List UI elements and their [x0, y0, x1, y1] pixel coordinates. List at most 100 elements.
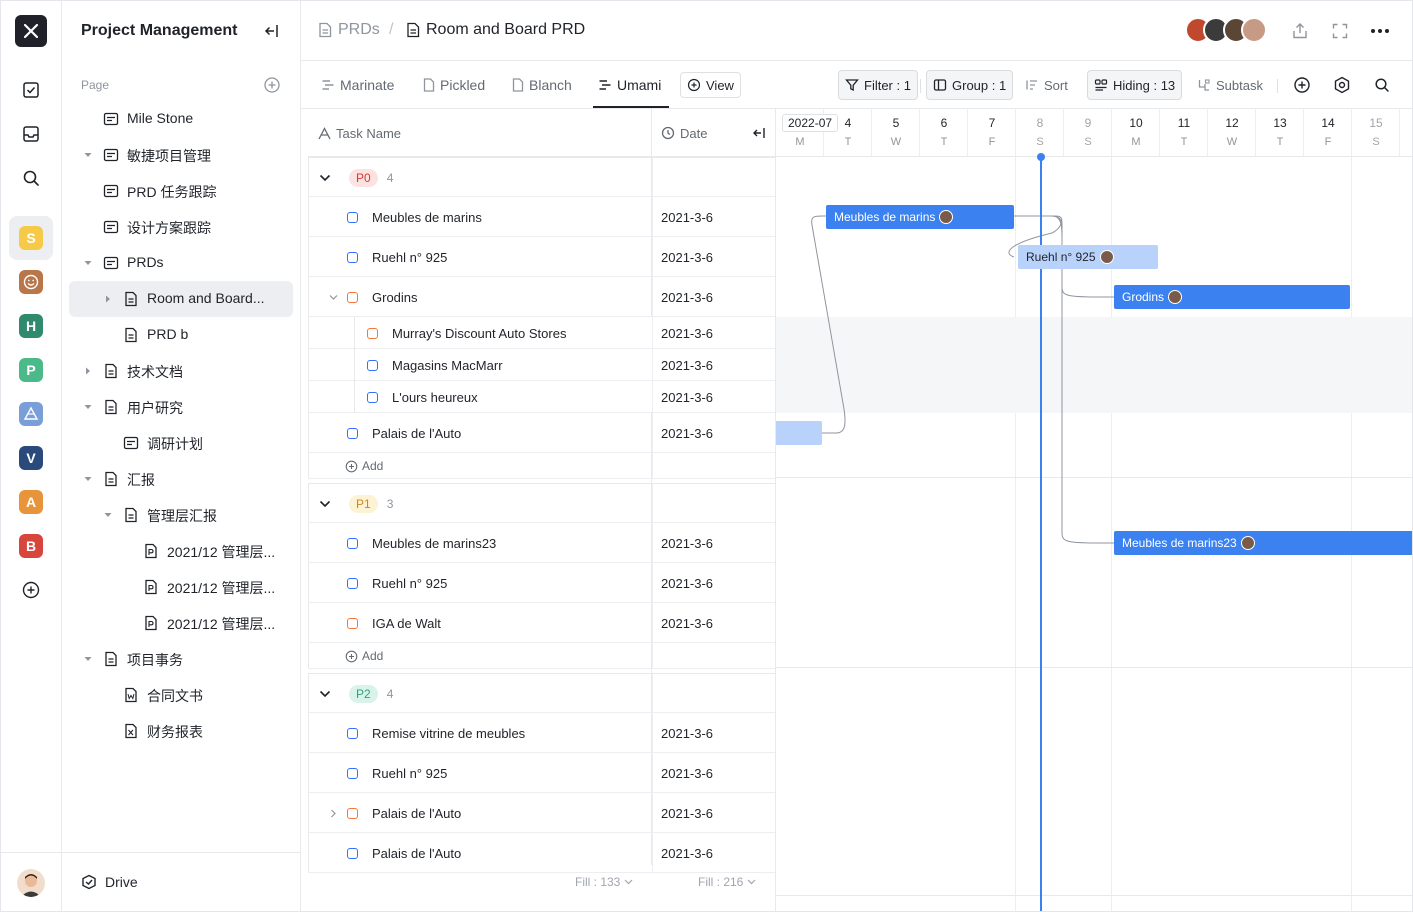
table-row[interactable]: Murray's Discount Auto Stores 2021-3-6	[308, 317, 775, 349]
table-row[interactable]: Meubles de marins23 2021-3-6	[308, 523, 775, 563]
breadcrumb-parent[interactable]: PRDs	[318, 21, 380, 39]
add-record-icon[interactable]	[1291, 74, 1313, 96]
group-header-row[interactable]: P1 3	[308, 483, 775, 523]
sidebar-item[interactable]: 2021/12 管理层...	[69, 605, 293, 641]
caret-down-icon[interactable]	[83, 654, 93, 664]
fill-summary-left[interactable]: Fill : 133	[575, 875, 633, 889]
table-row[interactable]: Ruehl n° 925 2021-3-6	[308, 753, 775, 793]
caret-right-icon[interactable]	[103, 294, 113, 304]
group-header-row[interactable]: P0 4	[308, 157, 775, 197]
subtask-button[interactable]: Subtask	[1191, 70, 1269, 100]
table-row[interactable]: Palais de l'Auto 2021-3-6	[308, 793, 775, 833]
chevron-down-icon[interactable]	[329, 293, 338, 302]
task-checkbox[interactable]	[347, 537, 358, 549]
add-task-row[interactable]: Add	[308, 643, 775, 669]
search-icon[interactable]	[19, 166, 43, 190]
group-toggle[interactable]: P2 4	[319, 674, 393, 714]
tasks-icon[interactable]	[19, 78, 43, 102]
tab-marinate[interactable]: Marinate	[321, 75, 394, 95]
inbox-icon[interactable]	[19, 122, 43, 146]
table-row[interactable]: Ruehl n° 925 2021-3-6	[308, 563, 775, 603]
task-checkbox[interactable]	[347, 727, 358, 739]
table-row[interactable]: Grodins 2021-3-6	[308, 277, 775, 317]
filter-button[interactable]: Filter : 1	[838, 70, 918, 100]
sidebar-item[interactable]: 管理层汇报	[69, 497, 293, 533]
sidebar-item[interactable]: 2021/12 管理层...	[69, 569, 293, 605]
collapse-table-icon[interactable]	[751, 125, 767, 144]
fill-summary-right[interactable]: Fill : 216	[698, 875, 756, 889]
task-checkbox[interactable]	[347, 767, 358, 779]
task-checkbox[interactable]	[367, 391, 378, 403]
gantt-bar[interactable]: Grodins	[1114, 285, 1350, 309]
tab-pickled[interactable]: Pickled	[423, 75, 485, 95]
table-row[interactable]: Magasins MacMarr 2021-3-6	[308, 349, 775, 381]
collapse-sidebar-icon[interactable]	[262, 21, 282, 44]
column-header-task[interactable]: Task Name	[318, 109, 401, 157]
space-emoji[interactable]	[19, 270, 43, 294]
caret-down-icon[interactable]	[83, 150, 93, 160]
drive-link[interactable]: Drive	[81, 874, 138, 890]
sidebar-item[interactable]: PRD 任务跟踪	[69, 173, 293, 209]
gantt-bar[interactable]: Meubles de marins	[826, 205, 1014, 229]
caret-right-icon[interactable]	[83, 366, 93, 376]
tab-umami[interactable]: Umami	[598, 75, 661, 95]
sidebar-item[interactable]: Room and Board...	[69, 281, 293, 317]
column-header-date[interactable]: Date	[661, 109, 707, 157]
group-button[interactable]: Group : 1	[926, 70, 1014, 100]
table-row[interactable]: Remise vitrine de meubles 2021-3-6	[308, 713, 775, 753]
add-space-icon[interactable]	[19, 578, 43, 602]
table-row[interactable]: Meubles de marins 2021-3-6	[308, 197, 775, 237]
more-icon[interactable]	[1369, 20, 1391, 42]
add-view-button[interactable]: View	[680, 72, 741, 98]
group-toggle[interactable]: P1 3	[319, 484, 393, 524]
hiding-button[interactable]: Hiding : 13	[1087, 70, 1183, 100]
table-row[interactable]: IGA de Walt 2021-3-6	[308, 603, 775, 643]
space-v[interactable]: V	[19, 446, 43, 470]
search-icon[interactable]	[1371, 74, 1393, 96]
task-checkbox[interactable]	[347, 577, 358, 589]
sidebar-item[interactable]: 设计方案跟踪	[69, 209, 293, 245]
app-logo[interactable]	[15, 15, 47, 47]
space-a[interactable]: A	[19, 490, 43, 514]
gantt-bar[interactable]: Ruehl n° 925	[1018, 245, 1158, 269]
task-checkbox[interactable]	[347, 251, 358, 263]
table-row[interactable]: Palais de l'Auto 2021-3-6	[308, 413, 775, 453]
gantt-bar[interactable]: Meubles de marins23	[1114, 531, 1412, 555]
sort-button[interactable]: Sort	[1019, 70, 1074, 100]
add-page-icon[interactable]	[263, 76, 281, 97]
sidebar-item[interactable]: 用户研究	[69, 389, 293, 425]
caret-down-icon[interactable]	[83, 258, 93, 268]
gantt-bar[interactable]	[776, 421, 822, 445]
caret-down-icon[interactable]	[103, 510, 113, 520]
group-header-row[interactable]: P2 4	[308, 673, 775, 713]
task-checkbox[interactable]	[367, 359, 378, 371]
task-checkbox[interactable]	[347, 617, 358, 629]
tab-blanch[interactable]: Blanch	[512, 75, 572, 95]
sidebar-item[interactable]: 汇报	[69, 461, 293, 497]
sidebar-item[interactable]: Mile Stone	[69, 101, 293, 137]
task-checkbox[interactable]	[347, 427, 358, 439]
task-checkbox[interactable]	[347, 847, 358, 859]
sidebar-item[interactable]: 敏捷项目管理	[69, 137, 293, 173]
task-checkbox[interactable]	[367, 327, 378, 339]
user-avatar[interactable]	[17, 869, 45, 897]
group-toggle[interactable]: P0 4	[319, 158, 393, 198]
sidebar-item[interactable]: PRD b	[69, 317, 293, 353]
table-row[interactable]: L'ours heureux 2021-3-6	[308, 381, 775, 413]
fullscreen-icon[interactable]	[1329, 20, 1351, 42]
sidebar-item[interactable]: 合同文书	[69, 677, 293, 713]
space-drive[interactable]	[19, 402, 43, 426]
space-p[interactable]: P	[19, 358, 43, 382]
space-h[interactable]: H	[19, 314, 43, 338]
sidebar-item[interactable]: 财务报表	[69, 713, 293, 749]
chevron-right-icon[interactable]	[329, 809, 338, 818]
sidebar-item[interactable]: 技术文档	[69, 353, 293, 389]
space-s[interactable]: S	[19, 226, 43, 250]
sidebar-item[interactable]: PRDs	[69, 245, 293, 281]
table-row[interactable]: Ruehl n° 925 2021-3-6	[308, 237, 775, 277]
sidebar-item[interactable]: 项目事务	[69, 641, 293, 677]
table-row[interactable]: Palais de l'Auto 2021-3-6	[308, 833, 775, 873]
add-task-row[interactable]: Add	[308, 453, 775, 479]
task-checkbox[interactable]	[347, 807, 358, 819]
task-checkbox[interactable]	[347, 291, 358, 303]
